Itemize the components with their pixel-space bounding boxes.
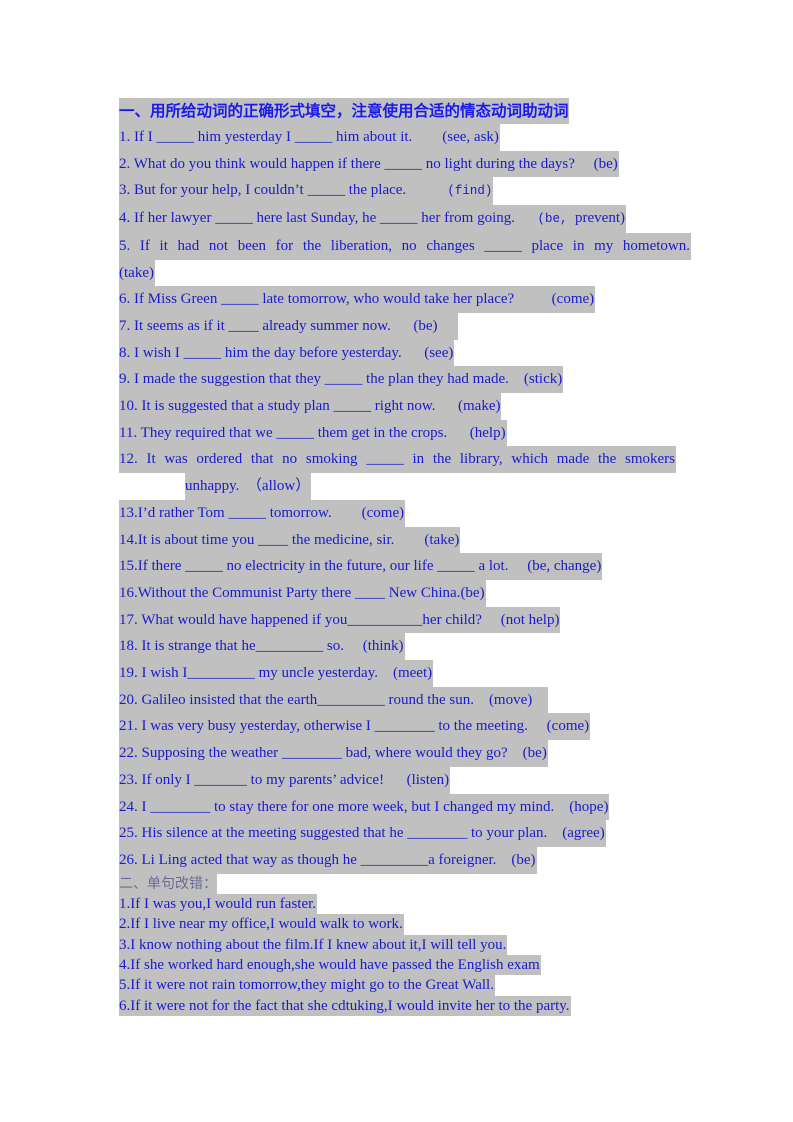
item-text: 16.Without the Communist Party there ___… — [119, 579, 486, 607]
item-text: 25. His silence at the meeting suggested… — [119, 820, 606, 847]
item-text: 3. But for your help, I couldn’t _____ t… — [119, 182, 407, 199]
item-text: 5. If it had not been for the liberation… — [119, 232, 691, 260]
item-text: 4. If her lawyer _____ here last Sunday,… — [119, 210, 516, 227]
item-text: 1.If I was you,I would run faster. — [119, 893, 318, 915]
exercise-item-3: 3. But for your help, I couldn’t _____ t… — [119, 177, 699, 206]
exercise-item-1: 1. If I _____ him yesterday I _____ him … — [119, 124, 699, 151]
item-text: 14.It is about time you ____ the medicin… — [119, 526, 461, 554]
item-text: 15.If there _____ no electricity in the … — [119, 553, 603, 580]
item-text: 21. I was very busy yesterday, otherwise… — [119, 713, 591, 741]
item-text-wrap: 3. But for your help, I couldn’t _____ t… — [119, 177, 494, 206]
correction-item-2: 2.If I live near my office,I would walk … — [119, 914, 699, 935]
exercise-item-2: 2. What do you think would happen if the… — [119, 150, 699, 178]
item-text: 23. If only I _______ to my parents’ adv… — [119, 766, 451, 794]
item-text: 9. I made the suggestion that they _____… — [119, 366, 564, 394]
correction-item-6: 6.If it were not for the fact that she c… — [119, 995, 699, 1017]
exercise-item-22: 22. Supposing the weather ________ bad, … — [119, 740, 699, 767]
correction-item-5: 5.If it were not rain tomorrow,they migh… — [119, 975, 699, 996]
exercise-item-5: 5. If it had not been for the liberation… — [119, 232, 699, 260]
item-text: 20. Galileo insisted that the earth_____… — [119, 686, 549, 714]
item-text: 26. Li Ling acted that way as though he … — [119, 846, 537, 874]
exercise-item-4: 4. If her lawyer _____ here last Sunday,… — [119, 205, 699, 233]
exercise-item-12-cont: unhappy. （allow） — [119, 473, 699, 500]
item-text: 10. It is suggested that a study plan __… — [119, 393, 502, 420]
document-page: 一、用所给动词的正确形式填空，注意使用合适的情态动词助动词 1. If I __… — [119, 98, 699, 1017]
item-text: 3.I know nothing about the film.If I kne… — [119, 934, 508, 955]
correction-item-3: 3.I know nothing about the film.If I kne… — [119, 934, 699, 955]
item-text: 12. It was ordered that no smoking _____… — [119, 446, 676, 474]
item-text: 18. It is strange that he_________ so. (… — [119, 633, 405, 661]
exercise-item-5-cont: (take) — [119, 259, 699, 287]
section1-heading: 一、用所给动词的正确形式填空，注意使用合适的情态动词助动词 — [119, 98, 699, 124]
item-text: 13.I’d rather Tom _____ tomorrow. (come) — [119, 499, 406, 527]
item-text: 11. They required that we _____ them get… — [119, 419, 507, 447]
exercise-item-7: 7. It seems as if it ____ already summer… — [119, 312, 699, 340]
exercise-item-15: 15.If there _____ no electricity in the … — [119, 553, 699, 580]
exercise-item-6: 6. If Miss Green _____ late tomorrow, wh… — [119, 286, 699, 313]
item-text: 22. Supposing the weather ________ bad, … — [119, 740, 548, 767]
exercise-item-12: 12. It was ordered that no smoking _____… — [119, 446, 699, 474]
exercise-item-21: 21. I was very busy yesterday, otherwise… — [119, 713, 699, 741]
section1-title: 一、用所给动词的正确形式填空，注意使用合适的情态动词助动词 — [119, 98, 569, 124]
item-text-wrap: 4. If her lawyer _____ here last Sunday,… — [119, 205, 627, 233]
section2-title: 二、单句改错： — [119, 873, 217, 894]
exercise-item-23: 23. If only I _______ to my parents’ adv… — [119, 766, 699, 794]
exercise-item-17: 17. What would have happened if you_____… — [119, 606, 699, 634]
exercise-item-13: 13.I’d rather Tom _____ tomorrow. (come) — [119, 499, 699, 527]
item-text: 1. If I _____ him yesterday I _____ him … — [119, 124, 500, 151]
correction-item-1: 1.If I was you,I would run faster. — [119, 893, 699, 915]
item-hint: unhappy. （allow） — [119, 473, 312, 500]
exercise-item-16: 16.Without the Communist Party there ___… — [119, 579, 699, 607]
item-text: 2.If I live near my office,I would walk … — [119, 914, 404, 935]
exercise-item-19: 19. I wish I_________ my uncle yesterday… — [119, 660, 699, 687]
item-hint: prevent) — [575, 210, 626, 227]
item-hint: (be, — [537, 212, 576, 227]
item-text: 19. I wish I_________ my uncle yesterday… — [119, 660, 434, 687]
exercise-item-25: 25. His silence at the meeting suggested… — [119, 820, 699, 847]
exercise-item-26: 26. Li Ling acted that way as though he … — [119, 846, 699, 874]
exercise-item-9: 9. I made the suggestion that they _____… — [119, 366, 699, 394]
item-hint: (take) — [119, 259, 155, 287]
item-text: 4.If she worked hard enough,she would ha… — [119, 954, 541, 976]
exercise-item-10: 10. It is suggested that a study plan __… — [119, 393, 699, 420]
item-text: 8. I wish I _____ him the day before yes… — [119, 339, 455, 367]
item-text: 6. If Miss Green _____ late tomorrow, wh… — [119, 286, 596, 313]
section2-list: 1.If I was you,I would run faster. 2.If … — [119, 893, 699, 1017]
item-text: 6.If it were not for the fact that she c… — [119, 995, 571, 1017]
item-text: 2. What do you think would happen if the… — [119, 150, 619, 178]
exercise-item-14: 14.It is about time you ____ the medicin… — [119, 526, 699, 554]
correction-item-4: 4.If she worked hard enough,she would ha… — [119, 954, 699, 976]
item-text: 24. I ________ to stay there for one mor… — [119, 793, 610, 821]
exercise-item-20: 20. Galileo insisted that the earth_____… — [119, 686, 699, 714]
item-text: 7. It seems as if it ____ already summer… — [119, 312, 458, 340]
exercise-item-24: 24. I ________ to stay there for one mor… — [119, 793, 699, 821]
exercise-item-8: 8. I wish I _____ him the day before yes… — [119, 339, 699, 367]
item-text: 5.If it were not rain tomorrow,they migh… — [119, 975, 495, 996]
section2-heading: 二、单句改错： — [119, 873, 699, 894]
item-hint: (find) — [447, 184, 493, 199]
exercise-item-18: 18. It is strange that he_________ so. (… — [119, 633, 699, 661]
exercise-item-11: 11. They required that we _____ them get… — [119, 419, 699, 447]
item-text: 17. What would have happened if you_____… — [119, 606, 561, 634]
